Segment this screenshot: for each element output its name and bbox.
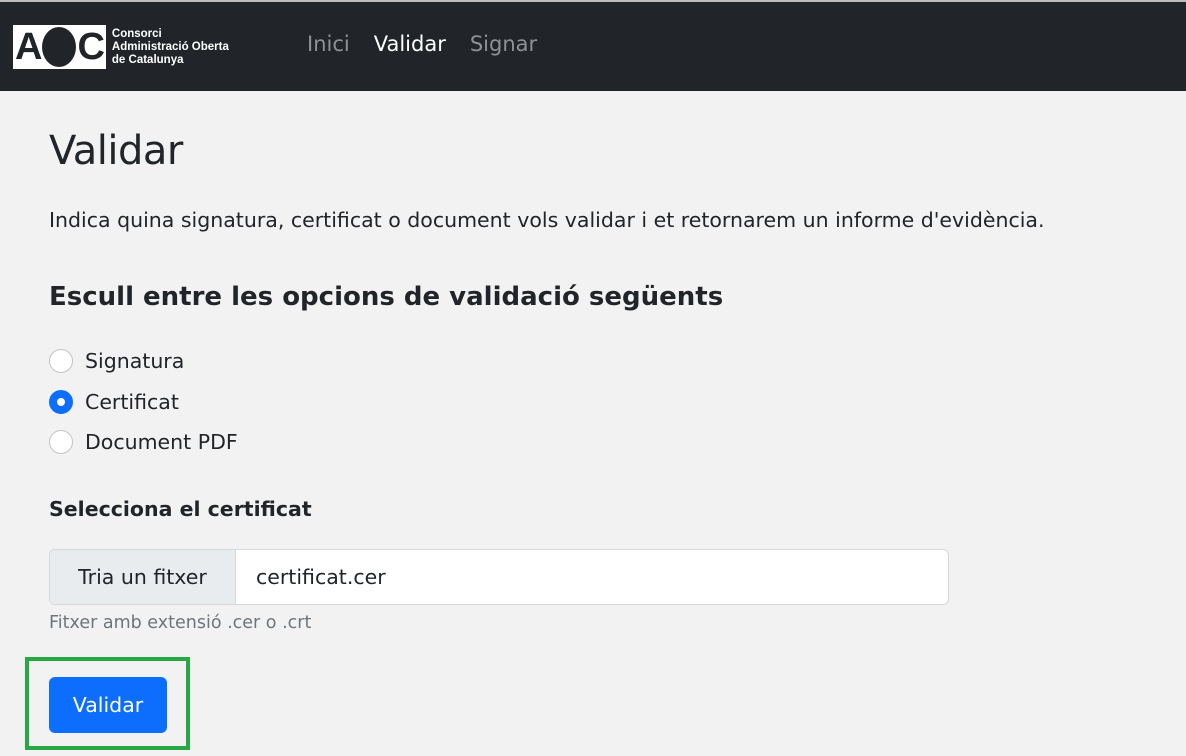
radio-option-signatura[interactable]: Signatura <box>49 349 184 373</box>
certificate-file-input[interactable]: Tria un fitxer certificat.cer <box>49 549 949 605</box>
nav-link-validar[interactable]: Validar <box>374 32 446 56</box>
logo-letter-c: C <box>77 26 104 68</box>
radio-option-document-pdf[interactable]: Document PDF <box>49 430 238 454</box>
radio-option-certificat[interactable]: Certificat <box>49 390 179 414</box>
intro-text: Indica quina signatura, certificat o doc… <box>49 208 1045 232</box>
radio-label-document-pdf: Document PDF <box>85 430 238 454</box>
logo-text-line-3: de Catalunya <box>111 53 184 66</box>
page-title: Validar <box>49 128 183 174</box>
validar-submit-button[interactable]: Validar <box>49 677 167 733</box>
logo-circle-icon <box>42 27 77 67</box>
certificate-field-label: Selecciona el certificat <box>49 497 312 521</box>
radio-signatura[interactable] <box>49 349 73 373</box>
radio-label-signatura: Signatura <box>85 349 185 373</box>
aoc-logo[interactable]: A C Consorci Administració Oberta de Cat… <box>13 24 229 70</box>
main-nav: Inici Validar Signar <box>307 32 537 56</box>
top-navbar: A C Consorci Administració Oberta de Cat… <box>0 0 1186 91</box>
options-title: Escull entre les opcions de validació se… <box>49 282 724 312</box>
radio-certificat[interactable] <box>49 390 73 414</box>
nav-link-signar[interactable]: Signar <box>470 32 537 56</box>
logo-letter-a: A <box>15 26 42 68</box>
nav-link-inici[interactable]: Inici <box>307 32 350 56</box>
logo-text-line-1: Consorci <box>111 27 162 40</box>
radio-label-certificat: Certificat <box>85 390 179 414</box>
radio-document-pdf[interactable] <box>49 430 73 454</box>
choose-file-button[interactable]: Tria un fitxer <box>50 550 236 604</box>
logo-text: Consorci Administració Oberta de Catalun… <box>112 28 229 67</box>
logo-text-line-2: Administració Oberta <box>111 40 229 53</box>
selected-file-name: certificat.cer <box>256 565 386 589</box>
file-help-text: Fitxer amb extensió .cer o .crt <box>49 613 312 633</box>
aoc-logo-mark: A C <box>13 25 106 69</box>
